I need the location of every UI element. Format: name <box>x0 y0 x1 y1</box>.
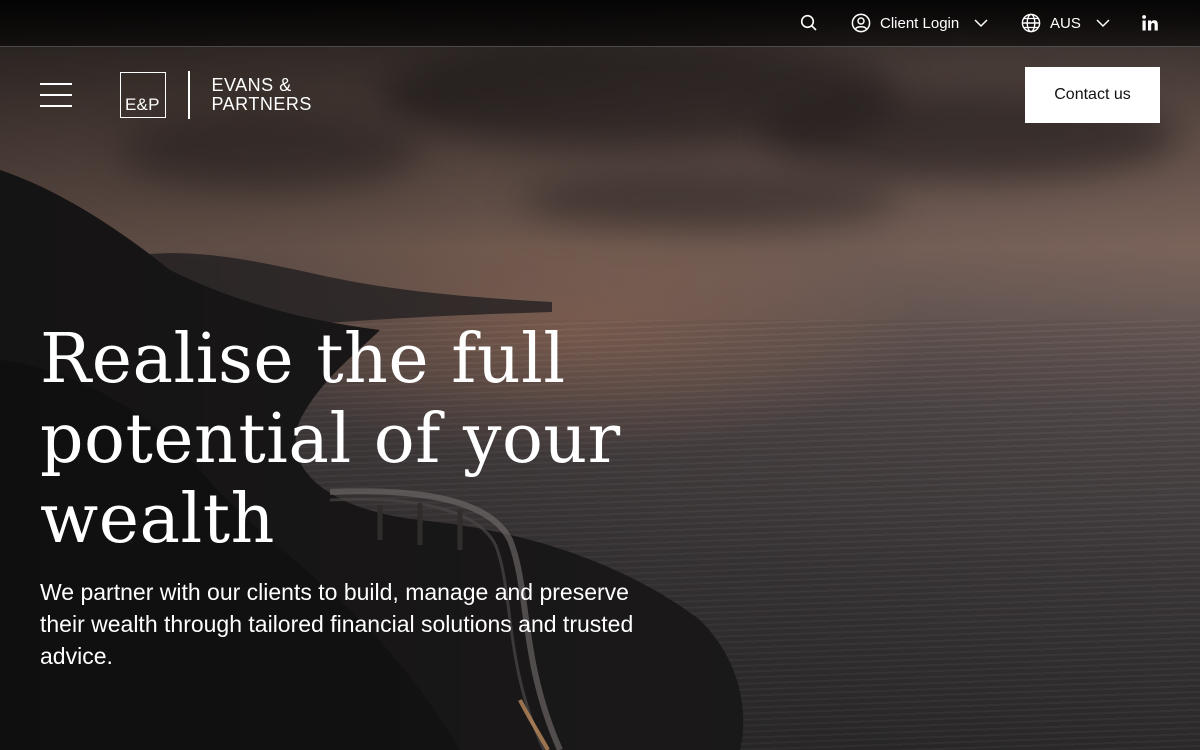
logo-line-2: PARTNERS <box>211 94 312 114</box>
logo-mark: E&P <box>125 95 160 114</box>
hero-subtitle: We partner with our clients to build, ma… <box>40 579 634 669</box>
user-circle-icon <box>851 13 871 33</box>
region-selector[interactable]: AUS <box>1021 0 1110 46</box>
logo-wordmark: EVANS & PARTNERS <box>212 76 312 114</box>
logo[interactable]: E&P EVANS & PARTNERS <box>120 70 312 120</box>
client-login-label: Client Login <box>880 14 960 32</box>
client-login-dropdown[interactable]: Client Login <box>851 0 988 46</box>
chevron-down-icon <box>974 18 988 28</box>
chevron-down-icon <box>1096 18 1110 28</box>
logo-line-1: EVANS & <box>211 75 292 95</box>
globe-icon <box>1021 13 1041 33</box>
utility-bar: Client Login AUS <box>0 0 1200 47</box>
hamburger-icon <box>40 83 72 85</box>
region-label: AUS <box>1050 14 1081 32</box>
linkedin-link[interactable] <box>1141 0 1159 46</box>
contact-us-button[interactable]: Contact us <box>1025 67 1160 123</box>
search-icon <box>800 14 818 32</box>
logo-mark-box: E&P <box>120 72 166 118</box>
menu-button[interactable] <box>40 83 72 107</box>
logo-divider <box>188 71 190 119</box>
linkedin-icon <box>1141 14 1159 32</box>
hero-title: Realise the full potential of your wealt… <box>40 320 621 559</box>
search-button[interactable] <box>800 0 818 46</box>
